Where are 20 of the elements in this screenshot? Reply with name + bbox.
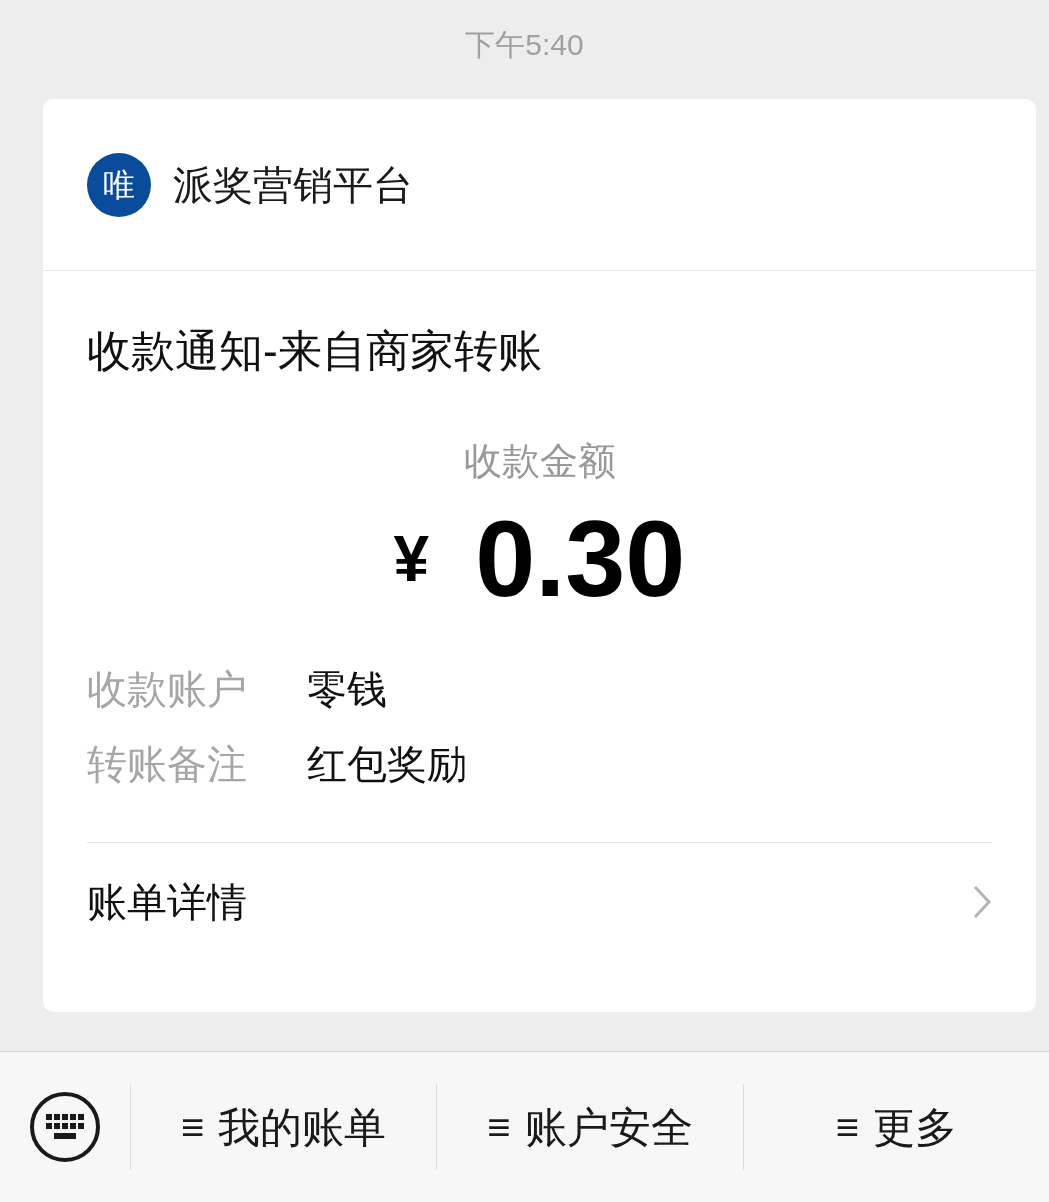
detail-value: 零钱 [307, 666, 387, 713]
sender-avatar: 唯 [87, 152, 151, 217]
menu-icon: ≡ [835, 1097, 859, 1157]
detail-label: 转账备注 [87, 741, 248, 788]
message-time: 下午5:40 [465, 27, 584, 63]
menu-button[interactable]: ≡ 更多 [835, 1095, 957, 1159]
menu-icon: ≡ [181, 1097, 205, 1157]
bill-details-link[interactable]: 账单详情 [87, 843, 992, 961]
sender-name: 派奖营销平台 [173, 161, 413, 209]
menu-icon: ≡ [487, 1097, 511, 1157]
menu-button[interactable]: ≡ 账户安全 [487, 1095, 693, 1159]
detail-value: 红包奖励 [307, 741, 467, 788]
currency-symbol: ¥ [393, 527, 430, 591]
amount-label: 收款金额 [463, 439, 616, 484]
notification-title: 收款通知-来自商家转账 [87, 325, 543, 377]
menu-button[interactable]: ≡ 我的账单 [181, 1095, 387, 1159]
keyboard-icon[interactable] [29, 1091, 101, 1163]
amount-value: 0.30 [475, 505, 686, 613]
chevron-right-icon [972, 884, 992, 920]
detail-label: 收款账户 [87, 666, 248, 713]
